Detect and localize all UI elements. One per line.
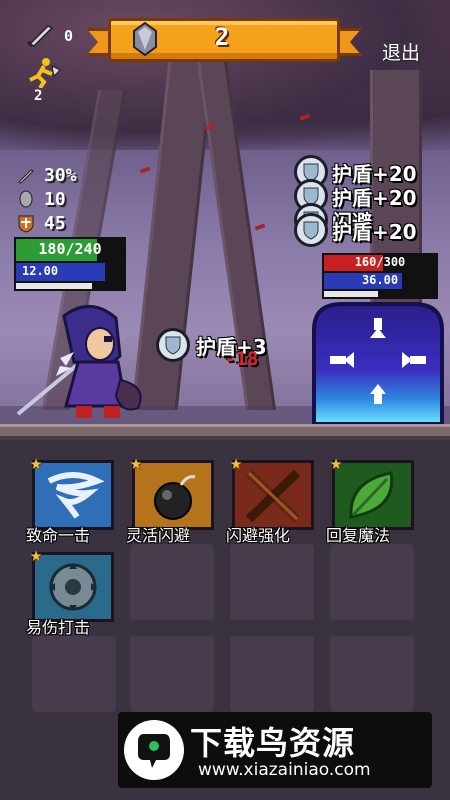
empty-skill-slot — [330, 636, 414, 712]
skill-tile — [32, 552, 114, 622]
empty-skill-slot — [230, 636, 314, 712]
skill-card[interactable]: ★ 易伤打击 — [26, 542, 120, 637]
sawblade-icon — [49, 563, 97, 611]
leaf-icon — [349, 471, 394, 519]
player-health-bar: 180/240 12.00 — [14, 237, 126, 291]
empty-skill-slot — [130, 636, 214, 712]
shield-icon — [156, 328, 190, 362]
falling-leaf — [254, 223, 266, 231]
crit-stat: 30% — [16, 164, 77, 186]
sword-icon — [26, 25, 54, 48]
enemy-buff: 护盾+20 — [294, 213, 417, 247]
defense-stat: 10 — [16, 188, 66, 210]
skill-card[interactable]: ★ 灵活闪避 — [126, 450, 220, 545]
slime-enemy — [312, 302, 444, 424]
bird-logo-icon — [124, 720, 184, 780]
gem-count: 2 — [214, 23, 230, 51]
skill-tile — [32, 460, 114, 530]
enemy-energy-fill — [324, 291, 378, 297]
star-icon: ★ — [330, 450, 343, 474]
falling-leaf — [139, 166, 151, 174]
shield-icon — [294, 213, 328, 247]
player-shield-text: 12.00 — [22, 264, 59, 278]
runner-icon — [29, 58, 61, 88]
skill-card[interactable]: ★ 闪避强化 — [226, 450, 320, 545]
empty-skill-slot — [130, 544, 214, 620]
watermark-title: 下载鸟资源 — [190, 724, 356, 762]
skill-label: 闪避强化 — [226, 526, 291, 545]
star-icon: ★ — [130, 450, 143, 474]
empty-skill-slot — [230, 544, 314, 620]
skill-card[interactable]: ★ 回复魔法 — [326, 450, 420, 545]
gem-icon — [133, 22, 157, 56]
shield-cross-icon — [18, 215, 34, 233]
star-icon: ★ — [30, 450, 43, 474]
watermark-url: www.xiazainiao.com — [198, 760, 371, 780]
ground-strip — [0, 424, 450, 440]
watermark-banner: 下载鸟资源 www.xiazainiao.com — [118, 712, 432, 788]
skill-card[interactable]: ★ 致命一击 — [26, 450, 120, 545]
dagger-icon — [18, 169, 34, 184]
enemy-health-bar: 160/300 36.00 — [322, 253, 438, 299]
empty-skill-slot — [330, 544, 414, 620]
skill-label: 易伤打击 — [26, 618, 91, 637]
damage-number: -18 — [224, 348, 259, 370]
quit-button[interactable]: 退出 — [382, 38, 420, 65]
crossed-swords-icon — [245, 469, 301, 523]
skill-tile — [132, 460, 214, 530]
skill-tile — [232, 460, 314, 530]
armor-icon — [19, 190, 33, 208]
crit-value: 30% — [44, 164, 77, 186]
defense-value: 10 — [44, 188, 66, 210]
enemy-hp-text: 160/300 — [354, 255, 406, 269]
enemy-shield-text: 36.00 — [361, 273, 399, 287]
player-energy-fill — [16, 283, 92, 289]
gem-banner: 2 — [86, 18, 362, 62]
enemy-buff-text: 护盾+20 — [332, 219, 417, 244]
skill-tile — [332, 460, 414, 530]
runner-count: 2 — [34, 88, 43, 104]
bomb-icon — [154, 475, 196, 520]
skill-label: 回复魔法 — [326, 526, 391, 545]
skill-label: 灵活闪避 — [126, 526, 191, 545]
tornado-icon — [47, 472, 105, 519]
star-icon: ★ — [30, 542, 43, 566]
attack-stat: 45 — [16, 212, 66, 234]
attack-value: 45 — [44, 212, 66, 234]
star-icon: ★ — [230, 450, 243, 474]
player-hp-text: 180/240 — [38, 240, 102, 258]
hero-character — [16, 305, 142, 418]
sword-count: 0 — [64, 27, 74, 45]
empty-skill-slot — [32, 636, 116, 712]
